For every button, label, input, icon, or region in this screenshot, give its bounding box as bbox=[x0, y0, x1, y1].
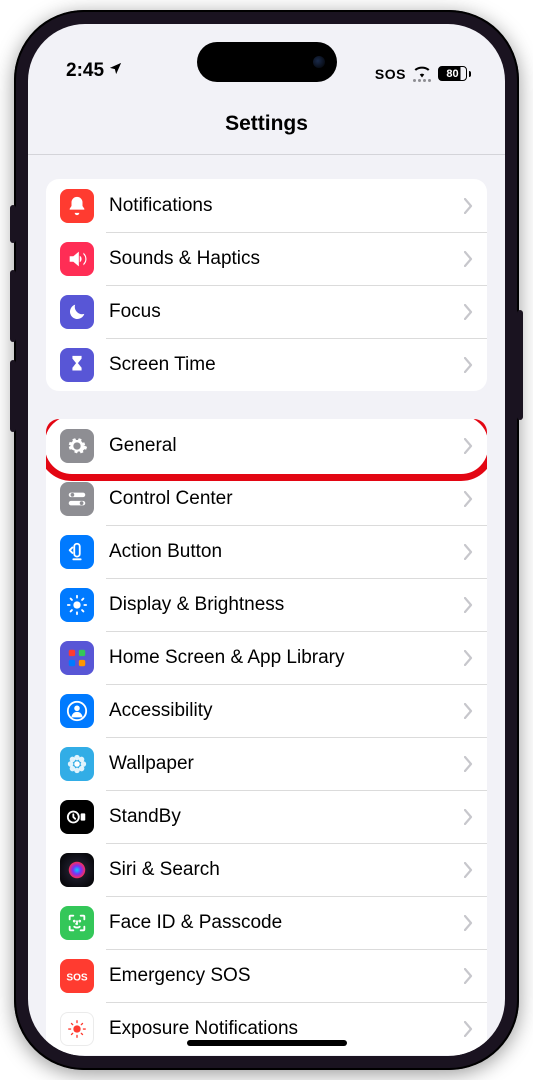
chevron-right-icon bbox=[464, 915, 473, 931]
chevron-right-icon bbox=[464, 251, 473, 267]
row-label: Emergency SOS bbox=[109, 965, 464, 987]
power-button bbox=[517, 310, 523, 420]
row-label: Focus bbox=[109, 301, 464, 323]
row-label: Sounds & Haptics bbox=[109, 248, 464, 270]
row-accessibility[interactable]: Accessibility bbox=[46, 684, 487, 737]
siri-icon bbox=[60, 853, 94, 887]
sun-icon bbox=[60, 588, 94, 622]
speaker-icon bbox=[60, 242, 94, 276]
chevron-right-icon bbox=[464, 809, 473, 825]
row-siri[interactable]: Siri & Search bbox=[46, 843, 487, 896]
moon-icon bbox=[60, 295, 94, 329]
sos-icon: SOS bbox=[60, 959, 94, 993]
location-icon bbox=[108, 60, 123, 82]
front-camera bbox=[313, 56, 325, 68]
row-label: Notifications bbox=[109, 195, 464, 217]
settings-group: General Control Center Action Button Displa… bbox=[46, 419, 487, 1055]
chevron-right-icon bbox=[464, 862, 473, 878]
row-faceid[interactable]: Face ID & Passcode bbox=[46, 896, 487, 949]
chevron-right-icon bbox=[464, 968, 473, 984]
status-left: 2:45 bbox=[66, 60, 123, 82]
row-label: Action Button bbox=[109, 541, 464, 563]
chevron-right-icon bbox=[464, 756, 473, 772]
row-label: Wallpaper bbox=[109, 753, 464, 775]
row-label: Display & Brightness bbox=[109, 594, 464, 616]
wifi-icon bbox=[413, 65, 431, 82]
chevron-right-icon bbox=[464, 703, 473, 719]
exposure-icon bbox=[60, 1012, 94, 1046]
person-icon bbox=[60, 694, 94, 728]
battery-level: 80 bbox=[438, 66, 467, 81]
row-standby[interactable]: StandBy bbox=[46, 790, 487, 843]
row-focus[interactable]: Focus bbox=[46, 285, 487, 338]
status-right: SOS 80 bbox=[375, 65, 471, 82]
switches-icon bbox=[60, 482, 94, 516]
phone-frame: 2:45 SOS 80 Settings NotificationsSo bbox=[14, 10, 519, 1070]
row-homescreen[interactable]: Home Screen & App Library bbox=[46, 631, 487, 684]
row-general[interactable]: General bbox=[46, 419, 487, 472]
chevron-right-icon bbox=[464, 1021, 473, 1037]
row-label: Exposure Notifications bbox=[109, 1018, 464, 1040]
page-title: Settings bbox=[28, 112, 505, 136]
grid-icon bbox=[60, 641, 94, 675]
chevron-right-icon bbox=[464, 357, 473, 373]
row-label: Home Screen & App Library bbox=[109, 647, 464, 669]
row-wallpaper[interactable]: Wallpaper bbox=[46, 737, 487, 790]
row-display[interactable]: Display & Brightness bbox=[46, 578, 487, 631]
header: Settings bbox=[28, 86, 505, 155]
svg-text:SOS: SOS bbox=[66, 972, 88, 983]
faceid-icon bbox=[60, 906, 94, 940]
clock-icon bbox=[60, 800, 94, 834]
row-notifications[interactable]: Notifications bbox=[46, 179, 487, 232]
settings-list[interactable]: Notifications Sounds & Haptics Focus Screen… bbox=[28, 155, 505, 1055]
status-time: 2:45 bbox=[66, 60, 104, 82]
row-sounds[interactable]: Sounds & Haptics bbox=[46, 232, 487, 285]
row-label: Screen Time bbox=[109, 354, 464, 376]
home-indicator[interactable] bbox=[187, 1040, 347, 1046]
volume-down-button bbox=[10, 360, 16, 432]
chevron-right-icon bbox=[464, 597, 473, 613]
battery-indicator: 80 bbox=[438, 66, 471, 81]
chevron-right-icon bbox=[464, 544, 473, 560]
settings-group: Notifications Sounds & Haptics Focus Screen… bbox=[46, 179, 487, 391]
chevron-right-icon bbox=[464, 438, 473, 454]
action-icon bbox=[60, 535, 94, 569]
row-actionbutton[interactable]: Action Button bbox=[46, 525, 487, 578]
bell-icon bbox=[60, 189, 94, 223]
hourglass-icon bbox=[60, 348, 94, 382]
flower-icon bbox=[60, 747, 94, 781]
chevron-right-icon bbox=[464, 491, 473, 507]
row-label: General bbox=[109, 435, 464, 457]
row-label: Siri & Search bbox=[109, 859, 464, 881]
row-controlcenter[interactable]: Control Center bbox=[46, 472, 487, 525]
row-label: Control Center bbox=[109, 488, 464, 510]
chevron-right-icon bbox=[464, 650, 473, 666]
gear-icon bbox=[60, 429, 94, 463]
row-exposure[interactable]: Exposure Notifications bbox=[46, 1002, 487, 1055]
dynamic-island bbox=[197, 42, 337, 82]
row-label: Accessibility bbox=[109, 700, 464, 722]
row-screentime[interactable]: Screen Time bbox=[46, 338, 487, 391]
row-label: StandBy bbox=[109, 806, 464, 828]
chevron-right-icon bbox=[464, 304, 473, 320]
volume-up-button bbox=[10, 270, 16, 342]
mute-switch bbox=[10, 205, 16, 243]
screen: 2:45 SOS 80 Settings NotificationsSo bbox=[28, 24, 505, 1056]
sos-indicator: SOS bbox=[375, 66, 406, 82]
chevron-right-icon bbox=[464, 198, 473, 214]
row-sos[interactable]: SOS Emergency SOS bbox=[46, 949, 487, 1002]
row-label: Face ID & Passcode bbox=[109, 912, 464, 934]
